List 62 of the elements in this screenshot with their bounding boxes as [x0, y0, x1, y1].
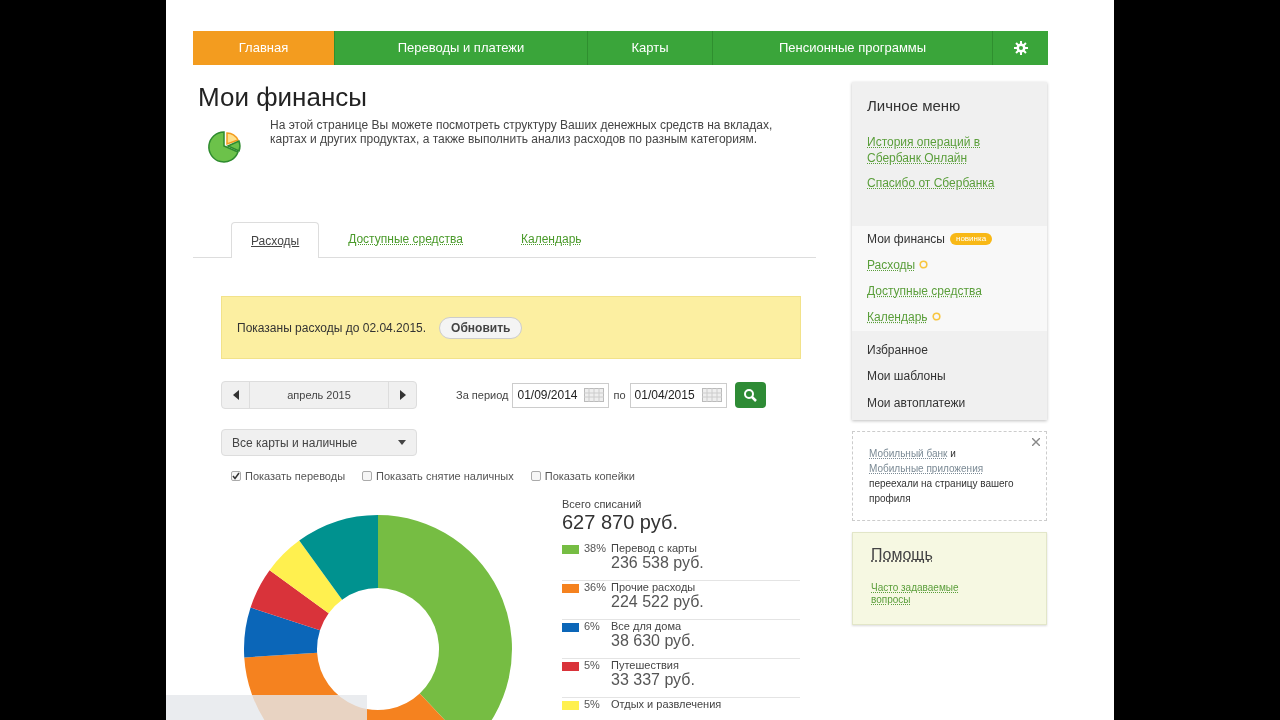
menu-item[interactable]: Мои шаблоны	[867, 363, 1032, 390]
menu-link[interactable]: Спасибо от Сбербанка	[867, 174, 1027, 191]
menu-link[interactable]: Расходы	[867, 255, 916, 274]
checkbox-label[interactable]: Показать переводы	[245, 468, 346, 485]
checkbox-label[interactable]: Показать копейки	[544, 468, 635, 485]
help-title: Помощь	[871, 545, 934, 565]
category-amount: 236 538 руб.	[611, 553, 704, 572]
category-name: Отдых и развлечения	[611, 697, 722, 710]
category-name: Перевод с карты	[611, 541, 698, 554]
menu-link[interactable]: Календарь	[867, 307, 928, 326]
percent-text: 36%	[583, 580, 608, 595]
category-name: Прочие расходы	[611, 580, 697, 593]
percent-text: 5%	[583, 697, 601, 712]
checkbox[interactable]	[362, 471, 373, 482]
period-label: За период	[456, 387, 509, 403]
tab[interactable]: Доступные средства	[319, 221, 492, 257]
menu-item[interactable]: Мои автоплатежи	[867, 389, 1032, 416]
calendar-icon[interactable]	[701, 388, 722, 402]
percent-text: 38%	[583, 541, 608, 556]
settings-icon[interactable]	[1013, 41, 1028, 55]
checkbox[interactable]	[231, 471, 241, 482]
right-arrow-icon	[399, 390, 406, 400]
account-dropdown[interactable]: Все карты и наличные	[221, 429, 417, 456]
left-arrow-icon	[232, 390, 239, 400]
menu-link[interactable]: История операций в Сбербанк Онлайн	[867, 133, 1027, 166]
search-button[interactable]	[734, 382, 766, 408]
date-field[interactable]: 01/04/2015	[629, 382, 727, 408]
percent-text: 5%	[583, 658, 601, 673]
search-icon	[743, 388, 758, 402]
period-separator: по	[613, 387, 626, 403]
notice-text: Показаны расходы до 02.04.2015.	[237, 319, 427, 337]
close-icon[interactable]	[1032, 438, 1040, 446]
tab[interactable]: Календарь	[492, 221, 611, 257]
info-link[interactable]: Мобильный банк	[869, 448, 948, 459]
menu-link[interactable]: Доступные средства	[867, 281, 982, 300]
month-label: апрель 2015	[286, 387, 352, 403]
page-title: Мои финансы	[198, 82, 368, 112]
refresh-button[interactable]: Обновить	[439, 316, 523, 339]
category-name: Все для дома	[611, 619, 683, 632]
calendar-icon[interactable]	[584, 388, 605, 402]
total-amount: 627 870 руб.	[562, 510, 679, 533]
new-badge: новинка	[950, 233, 993, 245]
menu-item[interactable]: Избранное	[867, 336, 1032, 363]
nav-tab[interactable]: Главная	[193, 31, 335, 65]
info-text: Мобильный банк и Мобильные приложения переехали на страницу вашего профиля	[869, 447, 1015, 506]
caret-icon	[398, 440, 406, 445]
category-amount: 224 522 руб.	[611, 592, 704, 611]
pie-chart-icon	[207, 128, 243, 164]
menu-title: Личное меню	[867, 96, 962, 116]
percent-text: 6%	[583, 619, 601, 634]
checkbox[interactable]	[530, 471, 541, 482]
tab[interactable]: Расходы	[231, 222, 320, 258]
menu-item[interactable]: Мои финансы	[867, 230, 945, 248]
checkbox-label[interactable]: Показать снятие наличных	[376, 468, 514, 485]
category-name: Путешествия	[611, 658, 680, 671]
help-link[interactable]: Часто задаваемые вопросы	[871, 582, 971, 606]
category-amount: 33 337 руб.	[611, 670, 695, 689]
category-amount: 38 630 руб.	[611, 631, 695, 650]
total-label: Всего списаний	[562, 497, 643, 511]
info-link[interactable]: Мобильные приложения	[869, 463, 984, 474]
date-field[interactable]: 01/09/2014	[512, 382, 610, 408]
description-text: На этой странице Вы можете посмотреть структуру Ваших денежных средств на вкладах, картах и других продуктах, а также выполнить анализ расходов по разным категориям.	[270, 118, 774, 148]
